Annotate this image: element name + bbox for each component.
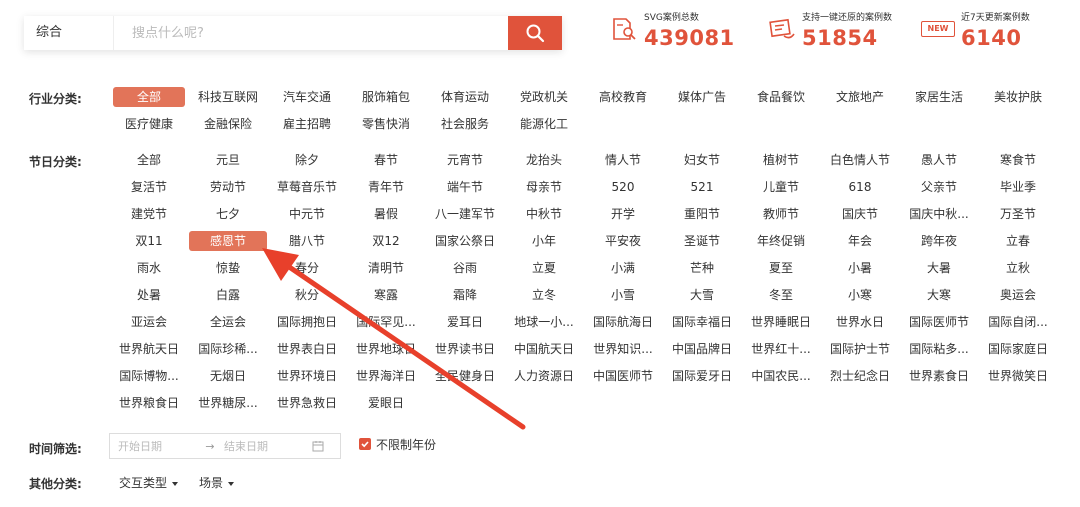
- annotation-arrow-icon: [262, 248, 526, 430]
- page: 综合 SVG案例总数 439081 支持一键还原的案例数 51854: [0, 0, 1080, 507]
